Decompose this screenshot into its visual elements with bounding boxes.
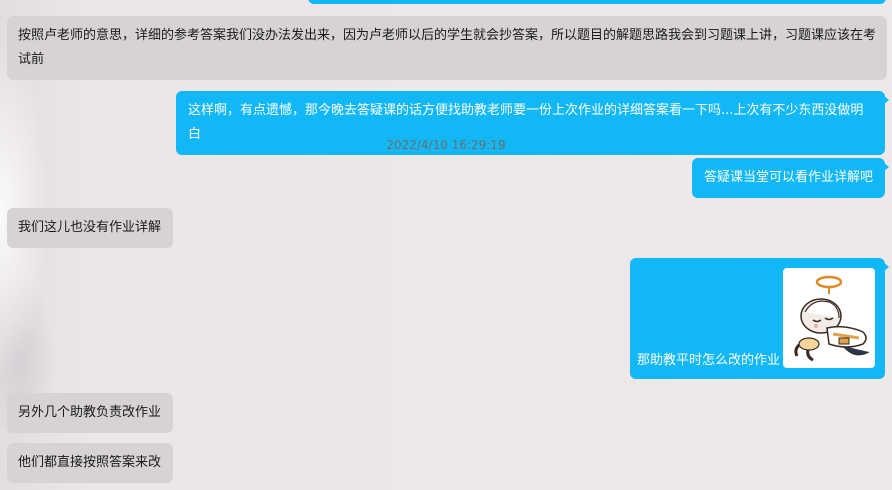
message-text: 我们这儿也没有作业详解 [18, 220, 162, 235]
sticker-art [794, 275, 870, 362]
message-bubble-received[interactable]: 另外几个助教负责改作业 [7, 393, 173, 433]
message-bubble-received[interactable]: 他们都直接按照答案来改 [7, 443, 173, 483]
chibi-character-sticker[interactable] [783, 268, 875, 368]
message-text: 他们都直接按照答案来改 [18, 455, 162, 470]
message-text: 那助教平时怎么改的作业 [637, 353, 781, 368]
message-bubble-sent[interactable]: 答疑课当堂可以看作业详解吧 [692, 158, 889, 198]
message-text: 另外几个助教负责改作业 [18, 405, 162, 420]
message-text: 按照卢老师的意思，详细的参考答案我们没办法发出来，因为卢老师以后的学生就会抄答案… [18, 28, 877, 67]
message-timestamp: 2022/4/10 16:29:19 [386, 138, 506, 152]
message-bubble-sent-with-sticker[interactable]: 那助教平时怎么改的作业 [630, 258, 889, 379]
message-bubble-received[interactable]: 我们这儿也没有作业详解 [7, 208, 173, 248]
message-bubble-received[interactable]: 按照卢老师的意思，详细的参考答案我们没办法发出来，因为卢老师以后的学生就会抄答案… [7, 16, 887, 80]
previous-message-bubble-edge[interactable] [308, 0, 886, 4]
message-text: 答疑课当堂可以看作业详解吧 [704, 170, 874, 185]
